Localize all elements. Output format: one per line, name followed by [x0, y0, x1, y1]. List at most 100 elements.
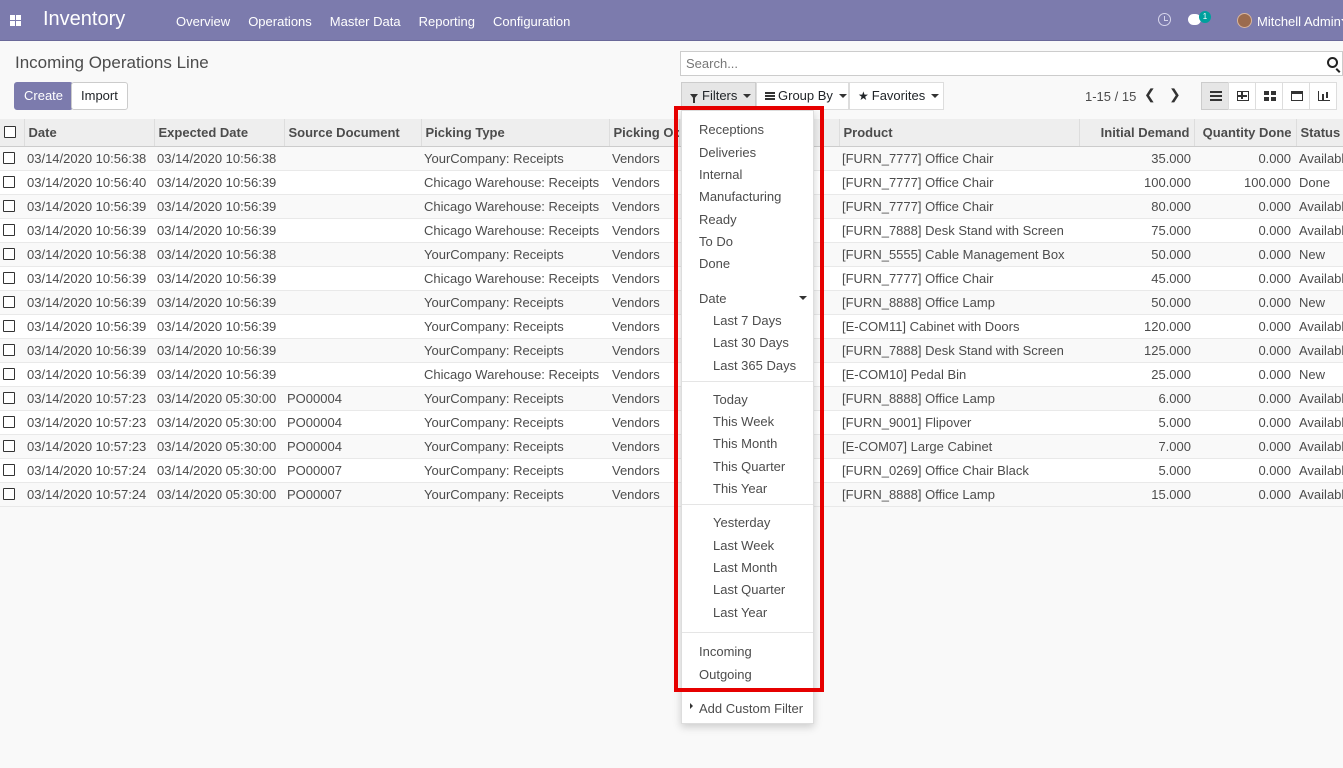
table-row[interactable]: 03/14/2020 10:56:40 03/14/2020 10:56:39 Ch… [0, 170, 1343, 195]
import-button[interactable]: Import [71, 82, 128, 110]
filter-incoming[interactable]: Incoming [699, 644, 752, 659]
row-checkbox[interactable] [3, 151, 15, 164]
pager-previous-icon[interactable]: ❮ [1144, 86, 1156, 103]
activity-clock-icon[interactable] [1158, 13, 1171, 26]
filter-manufacturing[interactable]: Manufacturing [699, 189, 781, 204]
row-checkbox[interactable] [3, 247, 15, 260]
apps-menu-icon[interactable] [10, 15, 21, 26]
table-row[interactable]: 03/14/2020 10:57:23 03/14/2020 05:30:00 PO… [0, 434, 1343, 459]
date-yesterday[interactable]: Yesterday [713, 515, 770, 530]
date-this-year[interactable]: This Year [713, 481, 767, 496]
filters-button[interactable]: Filters [681, 82, 756, 110]
row-checkbox[interactable] [3, 223, 15, 236]
row-checkbox[interactable] [3, 463, 15, 476]
column-header-picking-operation[interactable]: Picking Ope [609, 119, 680, 147]
column-header-status[interactable]: Status [1296, 119, 1343, 147]
row-select-cell [0, 434, 24, 459]
user-menu[interactable]: Mitchell Admin [1257, 14, 1341, 29]
menu-master-data[interactable]: Master Data [330, 14, 401, 29]
pager-value[interactable]: 1-15 / 15 [1085, 89, 1136, 104]
pager-next-icon[interactable]: ❯ [1169, 86, 1181, 103]
cell-date: 03/14/2020 10:56:39 [24, 266, 154, 291]
cell-source-document [284, 242, 421, 267]
column-header-initial-demand[interactable]: Initial Demand [1079, 119, 1195, 147]
filter-outgoing[interactable]: Outgoing [699, 667, 752, 682]
list-view-button[interactable] [1201, 82, 1229, 110]
calendar-view-button[interactable] [1282, 82, 1310, 110]
app-title[interactable]: Inventory [43, 8, 125, 31]
search-input[interactable] [681, 52, 1301, 75]
date-last-365-days[interactable]: Last 365 Days [713, 358, 796, 373]
filter-deliveries[interactable]: Deliveries [699, 145, 756, 160]
row-checkbox[interactable] [3, 199, 15, 212]
row-checkbox[interactable] [3, 343, 15, 356]
table-row[interactable]: 03/14/2020 10:56:39 03/14/2020 10:56:39 Yo… [0, 314, 1343, 339]
column-header-picking-type[interactable]: Picking Type [421, 119, 610, 147]
table-row[interactable]: 03/14/2020 10:57:24 03/14/2020 05:30:00 PO… [0, 482, 1343, 507]
table-row[interactable]: 03/14/2020 10:56:39 03/14/2020 10:56:39 Yo… [0, 338, 1343, 363]
row-checkbox[interactable] [3, 175, 15, 188]
date-this-month[interactable]: This Month [713, 436, 777, 451]
table-row[interactable]: 03/14/2020 10:56:39 03/14/2020 10:56:39 Ch… [0, 194, 1343, 219]
date-last-30-days[interactable]: Last 30 Days [713, 335, 789, 350]
search-icon[interactable] [1327, 57, 1338, 68]
date-last-7-days[interactable]: Last 7 Days [713, 313, 782, 328]
filter-receptions[interactable]: Receptions [699, 122, 764, 137]
date-last-week[interactable]: Last Week [713, 538, 774, 553]
filter-ready[interactable]: Ready [699, 212, 737, 227]
add-custom-filter[interactable]: Add Custom Filter [699, 701, 803, 716]
row-checkbox[interactable] [3, 319, 15, 332]
row-checkbox[interactable] [3, 367, 15, 380]
date-today[interactable]: Today [713, 392, 748, 407]
row-checkbox[interactable] [3, 415, 15, 428]
menu-reporting[interactable]: Reporting [419, 14, 475, 29]
table-row[interactable]: 03/14/2020 10:56:39 03/14/2020 10:56:39 Yo… [0, 290, 1343, 315]
calendar-icon [1291, 91, 1303, 101]
column-header-quantity-done[interactable]: Quantity Done [1194, 119, 1297, 147]
column-header-date[interactable]: Date [24, 119, 155, 147]
table-row[interactable]: 03/14/2020 10:56:39 03/14/2020 10:56:39 Ch… [0, 218, 1343, 243]
kanban-view-button[interactable] [1255, 82, 1283, 110]
menu-operations[interactable]: Operations [248, 14, 312, 29]
table-row[interactable]: 03/14/2020 10:56:38 03/14/2020 10:56:38 Yo… [0, 146, 1343, 171]
menu-overview[interactable]: Overview [176, 14, 230, 29]
favorites-button[interactable]: ★ Favorites [849, 82, 944, 110]
table-row[interactable]: 03/14/2020 10:57:23 03/14/2020 05:30:00 PO… [0, 386, 1343, 411]
main-menu: Overview Operations Master Data Reportin… [176, 14, 588, 29]
table-row[interactable]: 03/14/2020 10:57:24 03/14/2020 05:30:00 PO… [0, 458, 1343, 483]
list-view: Date Expected Date Source Document Picki… [0, 119, 1343, 507]
row-checkbox[interactable] [3, 295, 15, 308]
row-checkbox[interactable] [3, 487, 15, 500]
column-header-expected-date[interactable]: Expected Date [154, 119, 285, 147]
cell-product: [FURN_7777] Office Chair [839, 266, 1079, 291]
table-row[interactable]: 03/14/2020 10:56:39 03/14/2020 10:56:39 Ch… [0, 266, 1343, 291]
column-header-source-document[interactable]: Source Document [284, 119, 422, 147]
date-last-month[interactable]: Last Month [713, 560, 777, 575]
table-body: 03/14/2020 10:56:38 03/14/2020 10:56:38 Yo… [0, 146, 1343, 507]
filter-done[interactable]: Done [699, 256, 730, 271]
row-checkbox[interactable] [3, 271, 15, 284]
user-avatar[interactable] [1237, 13, 1252, 28]
date-last-year[interactable]: Last Year [713, 605, 767, 620]
menu-configuration[interactable]: Configuration [493, 14, 570, 29]
date-this-week[interactable]: This Week [713, 414, 774, 429]
graph-view-button[interactable] [1309, 82, 1337, 110]
row-checkbox[interactable] [3, 391, 15, 404]
select-all-checkbox[interactable] [4, 125, 16, 138]
table-row[interactable]: 03/14/2020 10:57:23 03/14/2020 05:30:00 PO… [0, 410, 1343, 435]
table-row[interactable]: 03/14/2020 10:56:38 03/14/2020 10:56:38 Yo… [0, 242, 1343, 267]
cell-quantity-done: 0.000 [1194, 218, 1296, 243]
column-header-product[interactable]: Product [839, 119, 1080, 147]
create-button[interactable]: Create [14, 82, 74, 110]
date-last-quarter[interactable]: Last Quarter [713, 582, 785, 597]
table-row[interactable]: 03/14/2020 10:56:39 03/14/2020 10:56:39 Ch… [0, 362, 1343, 387]
date-this-quarter[interactable]: This Quarter [713, 459, 785, 474]
row-checkbox[interactable] [3, 439, 15, 452]
pivot-view-button[interactable] [1228, 82, 1256, 110]
filter-date[interactable]: Date [699, 291, 726, 306]
filter-to-do[interactable]: To Do [699, 234, 733, 249]
group-by-button[interactable]: Group By [756, 82, 849, 110]
cell-picking-operation: Vendors [609, 194, 679, 219]
filter-internal[interactable]: Internal [699, 167, 742, 182]
cell-picking-type: YourCompany: Receipts [421, 482, 609, 507]
